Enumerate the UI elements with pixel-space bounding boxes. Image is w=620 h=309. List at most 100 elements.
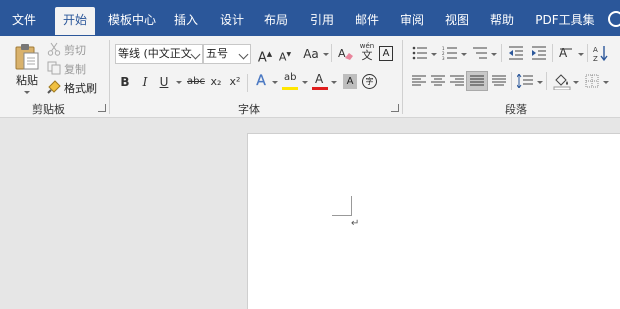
svg-text:Z: Z: [593, 55, 598, 62]
asian-layout-button[interactable]: A: [558, 45, 576, 61]
document-page[interactable]: ↵: [247, 133, 620, 309]
bullets-dropdown-icon[interactable]: [431, 53, 437, 56]
grow-font-icon: A: [257, 50, 267, 66]
tab-review[interactable]: 审阅: [394, 7, 430, 35]
justify-button[interactable]: [466, 71, 488, 91]
multilevel-list-dropdown-icon[interactable]: [491, 53, 497, 56]
paste-icon: [15, 43, 39, 69]
borders-button[interactable]: [585, 74, 599, 88]
separator: [546, 72, 547, 90]
line-spacing-dropdown-icon[interactable]: [537, 81, 543, 84]
copy-icon: [47, 61, 61, 75]
align-right-button[interactable]: [450, 75, 464, 87]
decrease-indent-button[interactable]: [508, 46, 524, 60]
tab-home[interactable]: 开始: [55, 7, 95, 35]
font-color-dropdown-icon[interactable]: [331, 81, 337, 84]
paragraph-mark: ↵: [351, 218, 360, 229]
paste-button[interactable]: 粘贴: [10, 40, 44, 96]
line-spacing-button[interactable]: [516, 73, 533, 89]
borders-icon: [585, 74, 599, 88]
tab-template-center[interactable]: 模板中心: [104, 7, 160, 35]
font-dialog-launcher-icon[interactable]: [391, 104, 399, 112]
character-shading-icon: A: [346, 76, 354, 87]
sort-icon: A Z: [593, 46, 608, 63]
tab-insert[interactable]: 插入: [168, 7, 204, 35]
character-shading-button[interactable]: A: [343, 74, 357, 89]
change-case-dropdown-icon[interactable]: [323, 53, 329, 56]
format-painter-button[interactable]: 格式刷: [47, 78, 99, 96]
bullets-button[interactable]: [412, 46, 428, 60]
format-painter-label: 格式刷: [64, 82, 97, 95]
lightbulb-icon[interactable]: [608, 11, 620, 27]
align-left-icon: [412, 75, 426, 86]
enclose-characters-icon: 字: [365, 77, 374, 86]
enclose-characters-button[interactable]: 字: [362, 74, 377, 89]
multilevel-list-button[interactable]: [472, 46, 488, 60]
margin-corner-mark: [332, 196, 352, 216]
highlight-dropdown-icon[interactable]: [302, 81, 308, 84]
character-border-button[interactable]: A: [379, 46, 393, 61]
borders-dropdown-icon[interactable]: [603, 81, 609, 84]
paste-dropdown-icon[interactable]: [24, 90, 30, 94]
highlight-icon: ab: [284, 72, 297, 83]
phonetic-guide-button[interactable]: wén 文: [358, 42, 376, 64]
tab-design[interactable]: 设计: [214, 7, 250, 35]
copy-button[interactable]: 复制: [47, 59, 97, 77]
font-name-combo[interactable]: 等线 (中文正文: [115, 44, 203, 64]
svg-text:3: 3: [442, 56, 445, 60]
shading-button[interactable]: [553, 72, 571, 91]
strikethrough-icon: abc: [187, 76, 205, 87]
grow-font-button[interactable]: A▲: [257, 46, 273, 66]
tab-file[interactable]: 文件: [4, 7, 44, 35]
align-center-button[interactable]: [431, 75, 445, 87]
tab-references[interactable]: 引用: [304, 7, 340, 35]
separator: [587, 44, 588, 62]
separator: [552, 44, 553, 62]
font-name-value: 等线 (中文正文: [118, 47, 192, 60]
shrink-font-button[interactable]: A▼: [277, 47, 293, 66]
clipboard-dialog-launcher-icon[interactable]: [98, 104, 106, 112]
superscript-button[interactable]: x²: [227, 74, 243, 90]
document-workspace: ↵: [0, 118, 620, 309]
underline-button[interactable]: U: [157, 74, 171, 90]
underline-dropdown-icon[interactable]: [176, 81, 182, 84]
justify-icon: [470, 75, 484, 86]
font-size-combo[interactable]: 五号: [203, 44, 251, 64]
italic-button[interactable]: I: [138, 74, 152, 90]
tab-view[interactable]: 视图: [439, 7, 475, 35]
text-effects-button[interactable]: A: [253, 73, 269, 89]
change-case-button[interactable]: Aa: [300, 46, 322, 62]
numbering-dropdown-icon[interactable]: [461, 53, 467, 56]
font-size-value: 五号: [206, 47, 228, 60]
separator: [247, 74, 248, 92]
subscript-icon: x₂: [210, 75, 222, 88]
character-border-icon: A: [382, 48, 390, 59]
underline-icon: U: [159, 75, 169, 89]
cut-button[interactable]: 剪切: [47, 40, 97, 58]
align-left-button[interactable]: [412, 75, 426, 87]
separator: [511, 72, 512, 90]
asian-layout-dropdown-icon[interactable]: [578, 53, 584, 56]
clear-formatting-button[interactable]: A: [338, 46, 354, 62]
font-color-button[interactable]: A: [312, 72, 328, 92]
distributed-button[interactable]: [492, 75, 506, 87]
bold-button[interactable]: B: [118, 74, 132, 90]
tab-pdf-tools[interactable]: PDF工具集: [530, 7, 600, 35]
clipboard-group-label: 剪贴板: [32, 103, 65, 116]
shading-dropdown-icon[interactable]: [573, 81, 579, 84]
paintbrush-icon: [47, 80, 61, 94]
align-center-icon: [431, 75, 445, 86]
strikethrough-button[interactable]: abc: [186, 74, 206, 90]
tab-layout[interactable]: 布局: [258, 7, 294, 35]
numbering-button[interactable]: 1 2 3: [442, 46, 458, 61]
highlight-button[interactable]: ab: [282, 72, 300, 92]
copy-label: 复制: [64, 63, 86, 76]
subscript-button[interactable]: x₂: [208, 74, 224, 90]
paint-bucket-icon: [553, 74, 571, 91]
tab-mailings[interactable]: 邮件: [349, 7, 385, 35]
sort-button[interactable]: A Z: [593, 44, 609, 63]
tab-help[interactable]: 帮助: [484, 7, 520, 35]
increase-indent-button[interactable]: [531, 46, 547, 60]
text-effects-dropdown-icon[interactable]: [272, 81, 278, 84]
multilevel-list-icon: [473, 47, 487, 59]
